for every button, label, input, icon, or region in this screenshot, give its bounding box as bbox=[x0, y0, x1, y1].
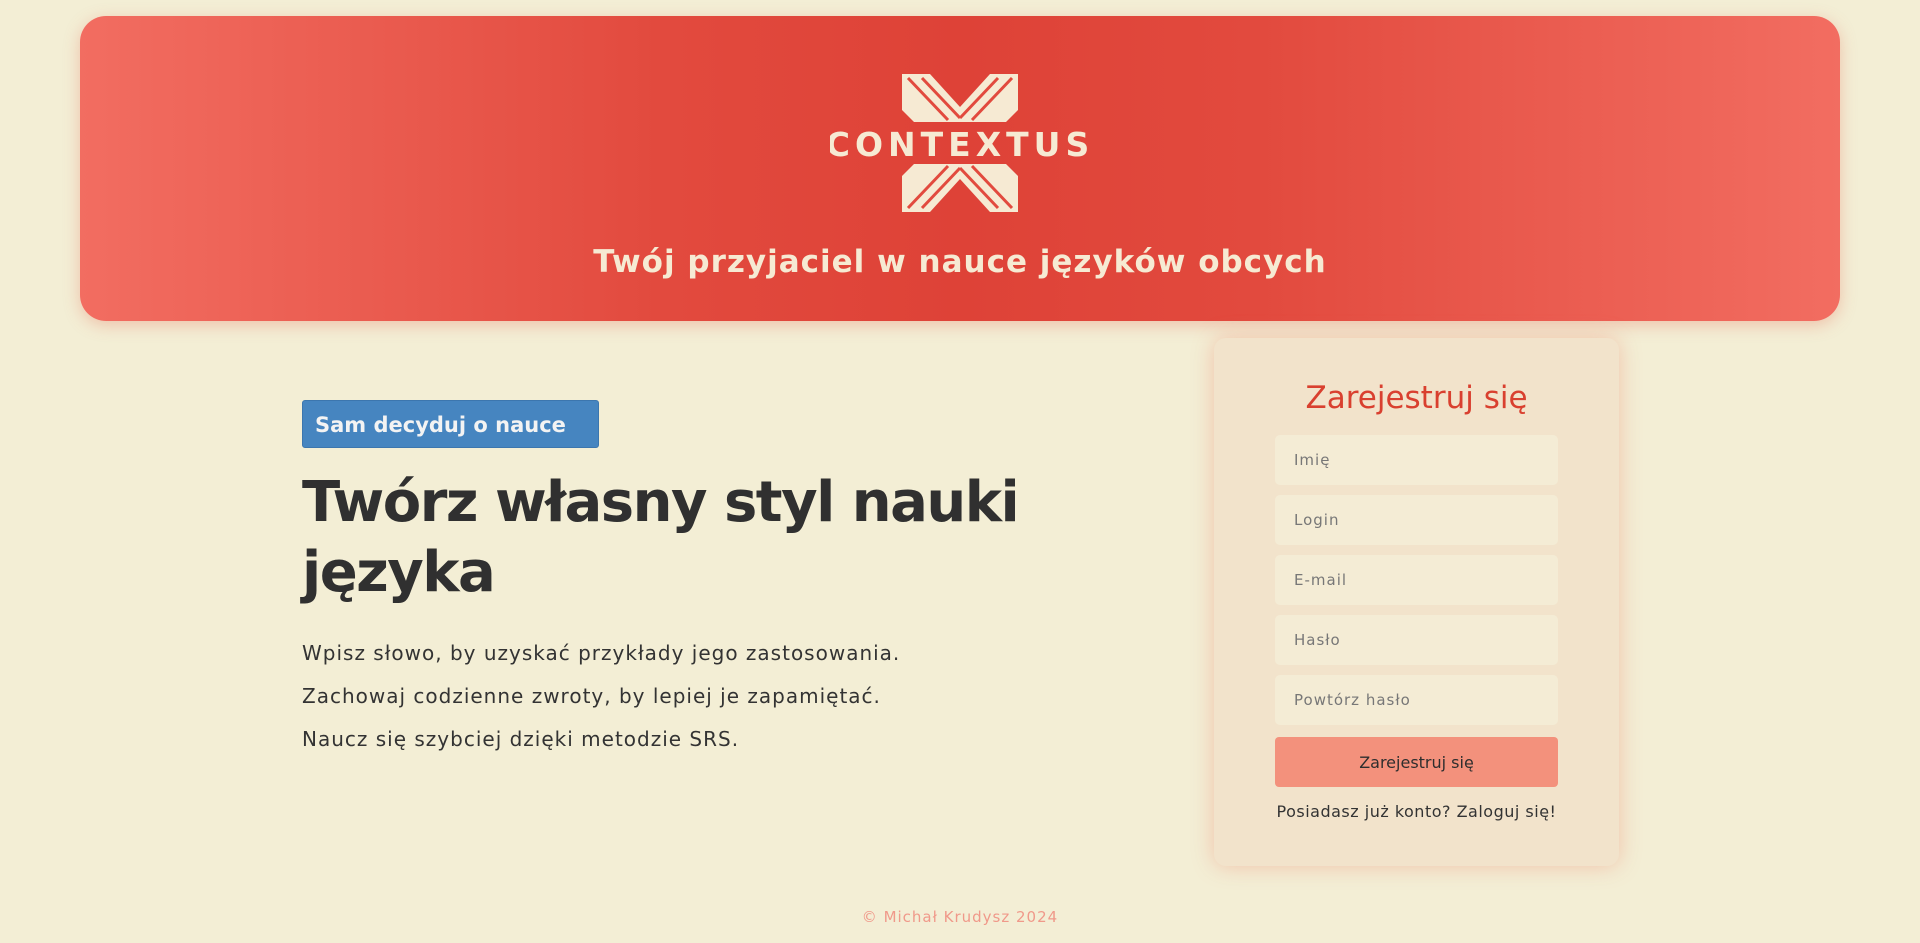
repeat-password-field[interactable] bbox=[1275, 675, 1558, 725]
feature-list: Wpisz słowo, by uzyskać przykłady jego z… bbox=[302, 632, 1022, 761]
intro-badge: Sam decyduj o nauce bbox=[302, 400, 599, 448]
feature-item: Zachowaj codzienne zwroty, by lepiej je … bbox=[302, 684, 881, 708]
feature-item: Wpisz słowo, by uzyskać przykłady jego z… bbox=[302, 641, 901, 665]
register-title: Zarejestruj się bbox=[1305, 380, 1528, 416]
login-prompt-text: Posiadasz już konto? bbox=[1276, 802, 1451, 821]
register-form: Zarejestruj się Zarejestruj się Posiadas… bbox=[1214, 338, 1619, 866]
login-field[interactable] bbox=[1275, 495, 1558, 545]
name-field[interactable] bbox=[1275, 435, 1558, 485]
password-field[interactable] bbox=[1275, 615, 1558, 665]
login-prompt: Posiadasz już konto? Zaloguj się! bbox=[1214, 802, 1619, 821]
feature-item: Naucz się szybciej dzięki metodzie SRS. bbox=[302, 727, 740, 751]
footer-copyright: © Michał Krudysz 2024 bbox=[861, 908, 1059, 926]
intro-section: Sam decyduj o nauce Twórz własny styl na… bbox=[302, 400, 1022, 761]
login-link[interactable]: Zaloguj się! bbox=[1457, 802, 1557, 821]
hero-banner: CONTEXTUS Twój przyjaciel w nauce językó… bbox=[80, 16, 1840, 321]
contextus-logo[interactable]: CONTEXTUS bbox=[830, 74, 1090, 214]
tagline: Twój przyjaciel w nauce języków obcych bbox=[593, 244, 1327, 280]
logo-wordmark: CONTEXTUS bbox=[830, 125, 1090, 164]
email-field[interactable] bbox=[1275, 555, 1558, 605]
intro-headline: Twórz własny styl nauki języka bbox=[302, 470, 1020, 605]
register-button[interactable]: Zarejestruj się bbox=[1275, 737, 1558, 787]
